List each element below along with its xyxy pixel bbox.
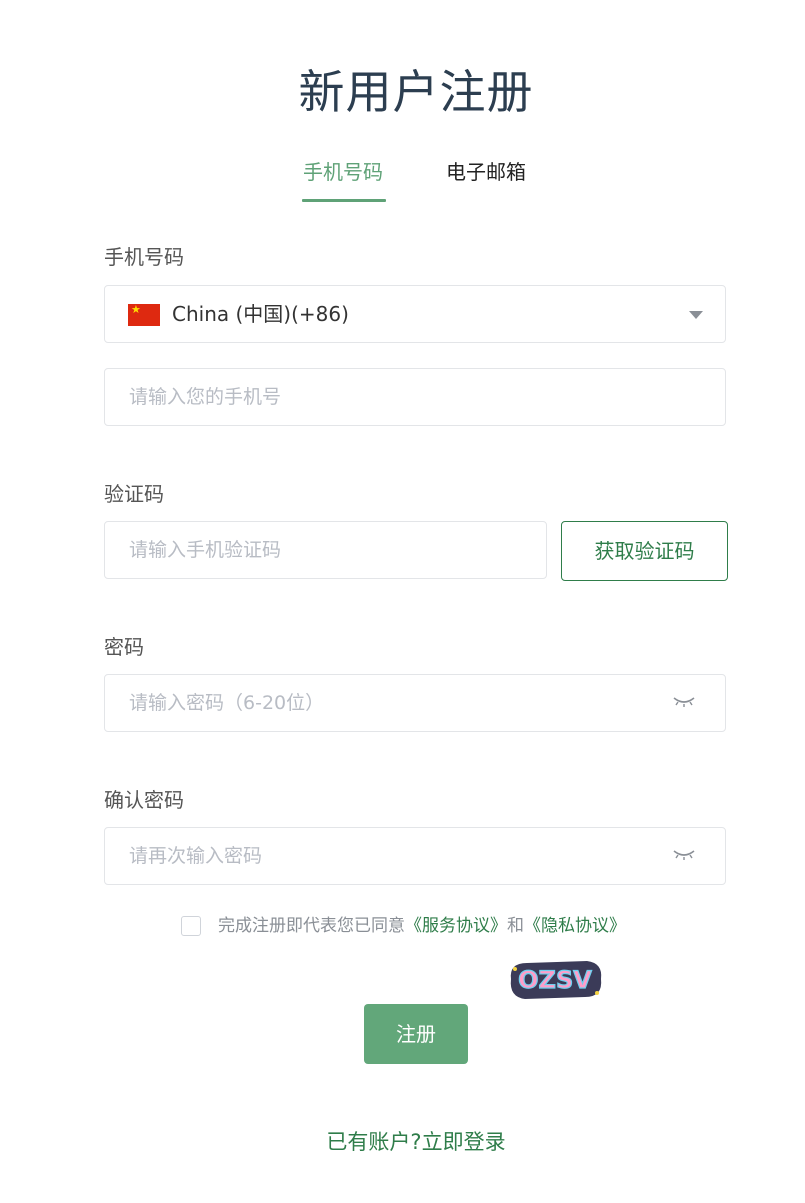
privacy-agreement-link[interactable]: 《隐私协议》 [524,916,626,936]
eye-closed-icon[interactable] [673,848,695,862]
confirm-password-input[interactable]: 请再次输入密码 [104,827,726,885]
eye-closed-icon[interactable] [673,695,695,709]
password-placeholder: 请输入密码（6-20位） [129,692,325,714]
agreement-row: 完成注册即代表您已同意《服务协议》和《隐私协议》 [181,915,741,939]
code-placeholder: 请输入手机验证码 [129,539,282,561]
agree-checkbox[interactable] [181,916,201,936]
tab-phone[interactable]: 手机号码 [303,158,383,200]
cn-flag-icon: ★ [128,304,160,326]
login-link[interactable]: 已有账户?立即登录 [0,1126,805,1156]
code-input[interactable]: 请输入手机验证码 [104,521,547,579]
get-code-button[interactable]: 获取验证码 [561,521,728,581]
register-button[interactable]: 注册 [364,1004,468,1064]
tab-email[interactable]: 电子邮箱 [446,158,526,200]
service-agreement-link[interactable]: 《服务协议》 [405,916,507,936]
phone-input[interactable]: 请输入您的手机号 [104,368,726,426]
country-value: China (中国)(+86) [172,302,349,326]
sticker-text: OZSV [518,966,592,994]
password-input[interactable]: 请输入密码（6-20位） [104,674,726,732]
agreement-prefix: 完成注册即代表您已同意 [218,916,405,936]
active-tab-indicator [302,199,386,202]
chevron-down-icon [689,311,703,319]
phone-placeholder: 请输入您的手机号 [129,386,282,408]
agreement-text: 完成注册即代表您已同意《服务协议》和《隐私协议》 [218,915,626,937]
code-label: 验证码 [104,482,164,506]
country-select[interactable]: ★ China (中国)(+86) [104,285,726,343]
password-label: 密码 [104,635,144,659]
register-tabs: 手机号码 电子邮箱 [0,158,805,206]
confirm-placeholder: 请再次输入密码 [129,845,263,867]
confirm-label: 确认密码 [104,788,184,812]
agreement-and: 和 [507,916,524,936]
page-title: 新用户注册 [298,65,534,119]
phone-label: 手机号码 [104,245,184,269]
sticker-logo: OZSV [510,961,602,999]
